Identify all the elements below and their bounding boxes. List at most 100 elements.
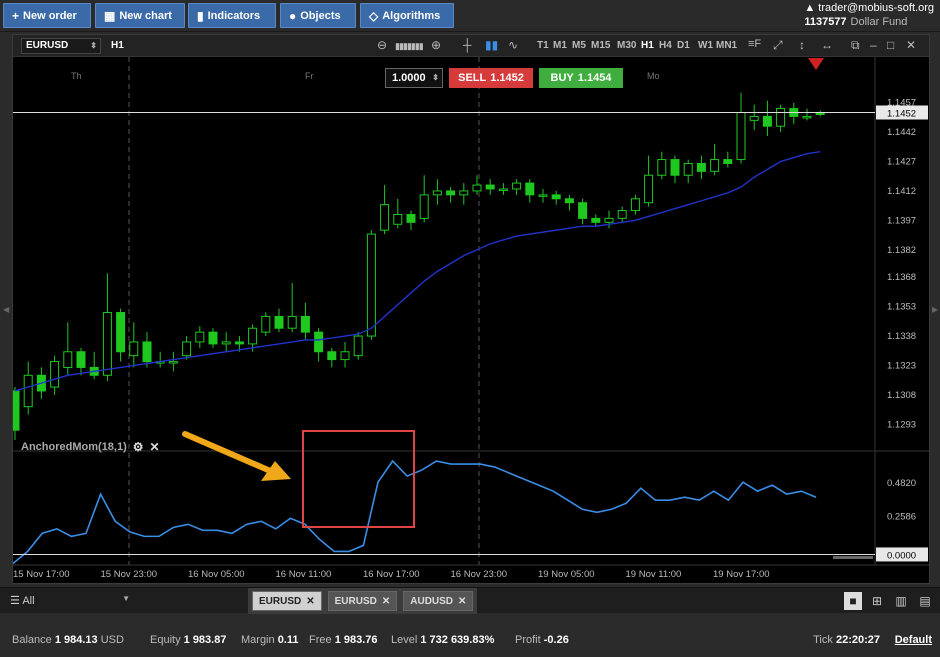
time-tick-label: 15 Nov 23:00 <box>101 569 158 580</box>
single-layout-icon[interactable]: ■ <box>844 592 862 610</box>
buy-price: 1.1454 <box>577 72 612 84</box>
chart-window: EURUSD ⬍ H1 ⊖ ▮▮▮▮▮▮▮ ⊕ ┼ ▮▮ ∿ T1 M1 M5 M15 M… <box>12 34 930 584</box>
candle-body <box>195 331 205 343</box>
candle-body <box>551 194 561 200</box>
grid-layout-icon[interactable]: ⊞ <box>868 592 886 610</box>
rows-layout-icon[interactable]: ▤ <box>916 592 934 610</box>
equity-label: Equity <box>150 634 181 646</box>
gear-icon[interactable]: ⚙ <box>133 440 144 454</box>
zoom-out-icon[interactable]: ⊖ <box>377 38 387 52</box>
symbol-value: EURUSD <box>26 40 69 51</box>
shapes-icon: ● <box>289 8 297 23</box>
vertical-scale-icon[interactable]: ↕ <box>799 38 805 52</box>
candle-body <box>419 194 429 219</box>
timeframe-m1[interactable]: M1 <box>553 40 567 51</box>
candle-body <box>802 115 812 119</box>
user-icon: ▲ <box>804 2 819 14</box>
price-tick-label: 1.1442 <box>887 127 916 138</box>
candle-body <box>261 315 271 333</box>
time-tick-label: 15 Nov 17:00 <box>13 569 70 580</box>
bar-chart-type-icon[interactable]: ┼ <box>463 38 472 52</box>
close-tab-icon[interactable]: ✕ <box>306 596 314 607</box>
new-order-label: New order <box>23 9 77 22</box>
left-panel-arrow-icon[interactable]: ◀ <box>3 305 9 314</box>
chart-tab[interactable]: EURUSD ✕ <box>327 591 398 611</box>
tick-item: Tick 22:20:27 <box>813 634 880 646</box>
close-tab-icon[interactable]: ✕ <box>382 596 390 607</box>
quantity-input[interactable]: 1.0000 ⬍ <box>385 68 443 88</box>
new-order-button[interactable]: + New order <box>3 3 91 28</box>
candle-body <box>23 374 33 408</box>
candle-body <box>578 202 588 219</box>
chart-tab-label: EURUSD <box>259 595 302 607</box>
sell-button[interactable]: SELL 1.1452 <box>449 68 533 88</box>
algorithms-button[interactable]: ◇ Algorithms <box>360 3 454 28</box>
timeframe-mn1[interactable]: MN1 <box>716 40 737 51</box>
time-tick-label: 19 Nov 17:00 <box>713 569 770 580</box>
account-fund: Dollar Fund <box>850 16 908 28</box>
timeframe-t1[interactable]: T1 <box>537 40 549 51</box>
candle-body <box>314 331 324 353</box>
chart-plot[interactable]: Th Fr Mo1.14571.14421.14271.14121.13971.13… <box>13 57 929 583</box>
account-info[interactable]: ▲ trader@mobius-soft.org 1137577 Dollar F… <box>804 2 934 28</box>
balance-currency: USD <box>100 634 124 646</box>
horizontal-scale-icon[interactable]: ↔ <box>821 38 833 52</box>
timeframe-m30[interactable]: M30 <box>617 40 636 51</box>
close-tab-icon[interactable]: ✕ <box>458 596 466 607</box>
candle-body <box>485 184 495 190</box>
close-indicator-icon[interactable]: ✕ <box>150 440 160 454</box>
candle-body <box>234 341 244 345</box>
new-chart-button[interactable]: ▦ New chart <box>95 3 185 28</box>
candle-body <box>432 190 442 196</box>
right-panel-arrow-icon[interactable]: ▶ <box>932 305 938 314</box>
sell-label: SELL <box>458 72 487 84</box>
candle-body <box>300 315 310 333</box>
chart-tab[interactable]: EURUSD ✕ <box>252 591 322 611</box>
current-price-label: 1.1452 <box>887 108 916 119</box>
chart-filter-select[interactable]: ☰ All ▼ <box>10 594 130 607</box>
candle-chart-type-icon[interactable]: ▮▮ <box>485 38 498 52</box>
zoom-slider[interactable]: ▮▮▮▮▮▮▮ <box>395 41 424 52</box>
columns-layout-icon[interactable]: ▥ <box>892 592 910 610</box>
buy-button[interactable]: BUY 1.1454 <box>539 68 623 88</box>
line-chart-type-icon[interactable]: ∿ <box>508 38 518 52</box>
main-toolbar: + New order ▦ New chart ▮ Indicators ● Objec… <box>0 0 940 32</box>
candle-body <box>459 190 469 196</box>
chart-tab[interactable]: AUDUSD ✕ <box>403 591 474 611</box>
zoom-in-icon[interactable]: ⊕ <box>431 38 441 52</box>
day-label: Th <box>71 71 82 81</box>
time-tick-label: 19 Nov 05:00 <box>538 569 595 580</box>
plus-icon: + <box>12 8 20 23</box>
close-icon[interactable]: ✕ <box>906 38 916 52</box>
candle-body <box>248 327 258 345</box>
chart-icon: ▦ <box>104 8 116 23</box>
candle-body <box>221 341 231 345</box>
indicators-button[interactable]: ▮ Indicators <box>188 3 276 28</box>
symbol-select[interactable]: EURUSD ⬍ <box>21 38 101 54</box>
maximize-icon[interactable]: □ <box>887 38 894 52</box>
spinner-icon: ⬍ <box>90 41 97 50</box>
timeframe-d1[interactable]: D1 <box>677 40 690 51</box>
objects-button[interactable]: ● Objects <box>280 3 356 28</box>
candle-body <box>657 159 667 176</box>
candle-body <box>446 190 456 196</box>
candle-body <box>604 217 614 223</box>
timeframe-m5[interactable]: M5 <box>572 40 586 51</box>
candle-body <box>76 351 86 368</box>
layout-switcher: ■ ⊞ ▥ ▤ <box>844 592 934 610</box>
timeframe-w1[interactable]: W1 <box>698 40 713 51</box>
timeframe-m15[interactable]: M15 <box>591 40 610 51</box>
timeframe-h4[interactable]: H4 <box>659 40 672 51</box>
objects-label: Objects <box>300 9 341 22</box>
candle-body <box>129 341 139 357</box>
minimize-icon[interactable]: – <box>870 38 877 52</box>
font-size-icon[interactable]: ≡F <box>748 38 761 50</box>
detach-icon[interactable]: ⧉ <box>851 38 860 53</box>
chart-tab-bar: ☰ All ▼ EURUSD ✕ EURUSD ✕ AUDUSD ✕ ■ ⊞ ▥ ▤ <box>0 587 940 614</box>
workspace-select[interactable]: Default <box>895 634 932 646</box>
price-tick-label: 1.1368 <box>887 272 916 283</box>
diagonal-resize-icon[interactable]: ⤢ <box>773 38 783 53</box>
list-icon: ☰ <box>10 595 23 607</box>
plot-background <box>13 57 929 583</box>
timeframe-h1[interactable]: H1 <box>641 40 654 51</box>
